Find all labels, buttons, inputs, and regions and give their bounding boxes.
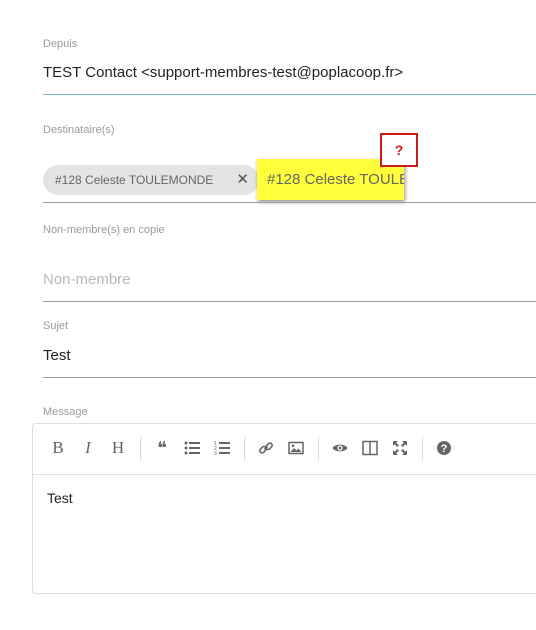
message-editor: B I H ❝ 123 ? Test [32, 423, 536, 594]
recipients-underline [43, 202, 536, 203]
question-icon: ? [437, 441, 451, 456]
link-icon [259, 442, 273, 454]
cc-label: Non-membre(s) en copie [43, 224, 165, 236]
side-by-side-button[interactable] [357, 435, 383, 461]
from-label: Depuis [43, 38, 78, 50]
from-underline [43, 94, 536, 95]
toolbar-divider [422, 437, 423, 461]
eye-icon [332, 444, 348, 452]
help-marker: ? [380, 133, 418, 167]
toolbar-divider [244, 437, 245, 461]
recipients-label: Destinataire(s) [43, 124, 115, 136]
svg-text:3: 3 [214, 451, 217, 456]
fullscreen-button[interactable] [387, 435, 413, 461]
preview-button[interactable] [327, 435, 353, 461]
image-icon [288, 441, 304, 455]
subject-input[interactable]: Test [43, 347, 71, 364]
link-button[interactable] [253, 435, 279, 461]
columns-icon [362, 440, 378, 456]
quote-icon: ❝ [157, 438, 167, 458]
ordered-list-icon: 123 [214, 441, 230, 457]
bold-icon: B [52, 438, 64, 457]
image-button[interactable] [283, 435, 309, 461]
ordered-list-button[interactable]: 123 [209, 435, 235, 461]
from-field: Depuis TEST Contact <support-membres-tes… [43, 0, 536, 100]
subject-field: Sujet Test [43, 304, 536, 380]
cc-input[interactable]: Non-membre [43, 271, 131, 288]
editor-toolbar: B I H ❝ 123 ? [33, 424, 536, 475]
message-content[interactable]: Test [47, 490, 73, 506]
cc-underline [43, 301, 536, 302]
from-value[interactable]: TEST Contact <support-membres-test@popla… [43, 64, 403, 81]
italic-button[interactable]: I [75, 435, 101, 461]
svg-text:?: ? [441, 443, 448, 455]
list-icon [184, 441, 200, 455]
recipient-chip-label: #128 Celeste TOULEMONDE [55, 173, 214, 187]
message-label: Message [43, 406, 88, 418]
guide-button[interactable]: ? [431, 435, 457, 461]
unordered-list-button[interactable] [179, 435, 205, 461]
heading-icon: H [111, 438, 125, 457]
subject-underline [43, 377, 536, 378]
recipient-chip[interactable]: #128 Celeste TOULEMONDE ✕ [43, 165, 259, 195]
italic-icon: I [85, 438, 91, 457]
quote-button[interactable]: ❝ [149, 435, 175, 461]
bold-button[interactable]: B [45, 435, 71, 461]
subject-label: Sujet [43, 320, 69, 332]
toolbar-divider [140, 437, 141, 461]
close-icon[interactable]: ✕ [236, 165, 249, 195]
arrows-icon [393, 441, 407, 456]
heading-button[interactable]: H [105, 435, 131, 461]
cc-field: Non-membre(s) en copie Non-membre [43, 204, 536, 304]
recipients-field: Destinataire(s) #128 Celeste TOULEMONDE … [43, 100, 536, 204]
toolbar-divider [318, 437, 319, 461]
